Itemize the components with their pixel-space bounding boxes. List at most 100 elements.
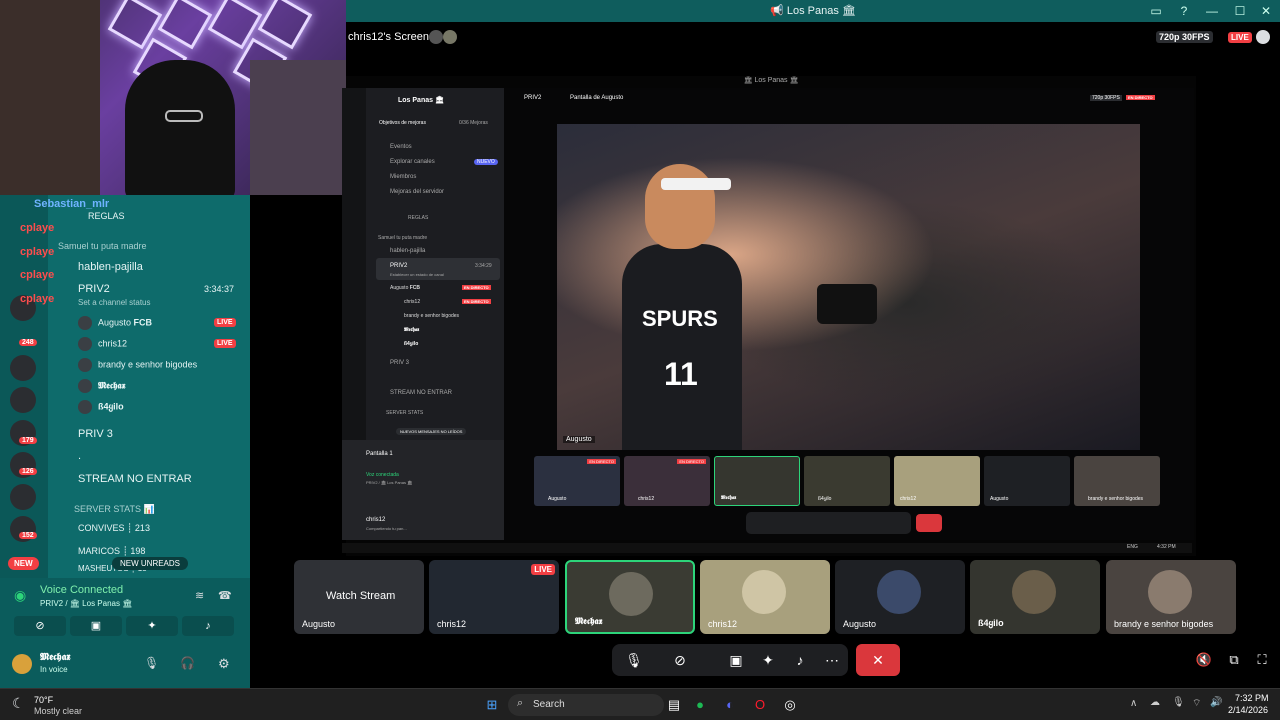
clock-date[interactable]: 2/14/2026: [1228, 705, 1268, 715]
voice-member[interactable]: 𝕸𝖊𝖈𝖍𝖆𝖝: [78, 379, 125, 393]
voice-member[interactable]: Augusto FCB: [78, 316, 152, 330]
soundboard-button[interactable]: ♪: [182, 616, 234, 636]
inner-menu-item[interactable]: Explorar canales: [390, 159, 435, 165]
inner-thumb[interactable]: ß4ყilo: [804, 456, 890, 506]
headphones-icon[interactable]: 🎧: [180, 656, 195, 670]
microphone-icon[interactable]: 🎙: [144, 656, 159, 670]
spotify-icon[interactable]: ●: [690, 695, 710, 715]
weather-icon[interactable]: ☾: [12, 695, 25, 712]
camera-off-button[interactable]: ⊘: [14, 616, 66, 636]
voice-tile[interactable]: 𝕸𝖊𝖈𝖍𝖆𝖝: [565, 560, 695, 634]
inner-category[interactable]: SERVER STATS: [386, 410, 423, 416]
soundboard-icon[interactable]: ♪: [786, 646, 814, 674]
inner-member[interactable]: chris12: [404, 299, 420, 305]
clock-time[interactable]: 7:32 PM: [1235, 693, 1269, 703]
camera-off-icon[interactable]: ⊘: [666, 646, 694, 674]
inner-thumb[interactable]: EN DIRECTO chris12: [624, 456, 710, 506]
voice-tile[interactable]: Watch Stream Augusto: [294, 560, 424, 634]
inner-menu-item[interactable]: Miembros: [390, 174, 416, 180]
watch-stream-button[interactable]: Watch Stream: [326, 590, 395, 602]
new-unreads-pill[interactable]: NEW UNREADS: [112, 557, 189, 570]
chat-icon[interactable]: [1256, 30, 1270, 44]
inner-voice-location[interactable]: PRIV2 / 🏛 Los Panas 🏛: [366, 480, 412, 485]
category-samuel[interactable]: Samuel tu puta madre: [58, 241, 147, 251]
channel-priv2[interactable]: PRIV2: [78, 283, 110, 295]
voice-tile[interactable]: LIVE chris12: [429, 560, 559, 634]
avatar[interactable]: [12, 654, 32, 674]
inner-menu-item[interactable]: Eventos: [390, 144, 412, 150]
activities-button[interactable]: ✦: [126, 616, 178, 636]
weather-desc[interactable]: Mostly clear: [34, 706, 82, 716]
inner-channel[interactable]: STREAM NO ENTRAR: [390, 390, 452, 396]
start-button[interactable]: ⊞: [482, 695, 502, 715]
inner-goals[interactable]: Objetivos de mejoras: [379, 120, 426, 126]
inner-member[interactable]: brandy e senhor bigodes: [404, 313, 459, 319]
server-icon[interactable]: [10, 387, 36, 413]
inner-member[interactable]: ß4ყilo: [404, 341, 418, 347]
leave-call-button[interactable]: ✕: [856, 644, 900, 676]
microphone-icon[interactable]: 🎙: [620, 646, 648, 674]
inner-channel[interactable]: hablen-pajilla: [390, 248, 425, 254]
inner-category[interactable]: Samuel tu puta madre: [378, 235, 427, 241]
search-box[interactable]: ⌕ Search: [508, 694, 664, 716]
voice-location[interactable]: PRIV2 / 🏛 Los Panas 🏛: [40, 599, 132, 608]
inner-thumb[interactable]: brandy e senhor bigodes: [1074, 456, 1160, 506]
channel-status[interactable]: Set a channel status: [78, 298, 151, 307]
voice-tile[interactable]: brandy e senhor bigodes: [1106, 560, 1236, 634]
channel-reglas[interactable]: REGLAS: [88, 211, 125, 221]
new-badge[interactable]: NEW: [8, 557, 39, 570]
inner-channel-priv2[interactable]: PRIV2: [390, 263, 407, 269]
screen-share-button[interactable]: ▣: [70, 616, 122, 636]
voice-tile[interactable]: chris12: [700, 560, 830, 634]
inner-member[interactable]: 𝕸𝖊𝖈𝖍𝖆𝖝: [404, 327, 419, 333]
stream-video[interactable]: SPURS 11 Augusto: [557, 124, 1140, 450]
screen-share-icon[interactable]: ▣: [722, 646, 750, 674]
volume-icon[interactable]: 🔊: [1210, 697, 1222, 708]
inbox-icon[interactable]: ▭: [1148, 3, 1164, 19]
voice-status[interactable]: Voice Connected: [40, 584, 123, 596]
waveform-icon[interactable]: ≋: [195, 589, 204, 602]
tray-chevron-icon[interactable]: ∧: [1130, 698, 1137, 709]
close-button[interactable]: ✕: [1258, 3, 1274, 19]
opera-icon[interactable]: O: [750, 695, 770, 715]
voice-member[interactable]: chris12: [78, 337, 127, 351]
server-icon[interactable]: [10, 484, 36, 510]
inner-thumb[interactable]: EN DIRECTO Augusto: [534, 456, 620, 506]
voice-member[interactable]: ß4ყilo: [78, 400, 124, 414]
maximize-button[interactable]: ☐: [1232, 3, 1248, 19]
inner-channel[interactable]: REGLAS: [408, 215, 428, 221]
disconnect-icon[interactable]: ☎: [218, 589, 232, 602]
volume-mute-icon[interactable]: 🔇: [1190, 646, 1218, 674]
inner-new-messages[interactable]: NUEVOS MENSAJES NO LEÍDOS: [396, 428, 467, 435]
stat-channel[interactable]: MARICOS ┊ 198: [78, 546, 145, 557]
inner-menu-item[interactable]: Mejoras del servidor: [390, 189, 444, 195]
discord-icon[interactable]: ◐: [720, 695, 740, 715]
inner-thumb[interactable]: 𝕸𝖊𝖈𝖍𝖆𝖝: [714, 456, 800, 506]
channel-hablen-pajilla[interactable]: hablen-pajilla: [78, 261, 143, 273]
inner-channel[interactable]: PRIV 3: [390, 360, 409, 366]
voice-tile[interactable]: ß4ყilo: [970, 560, 1100, 634]
mic-tray-icon[interactable]: 🎙: [1172, 697, 1185, 708]
more-icon[interactable]: ⋯: [818, 646, 846, 674]
inner-channel-status[interactable]: Establecer un estado de canal: [390, 272, 444, 277]
help-icon[interactable]: ?: [1176, 3, 1192, 19]
minimize-button[interactable]: —: [1204, 3, 1220, 19]
stat-channel[interactable]: CONVIVES ┊ 213: [78, 523, 150, 534]
file-explorer-icon[interactable]: ▤: [664, 695, 684, 715]
popout-icon[interactable]: ⧉: [1220, 646, 1248, 674]
fullscreen-icon[interactable]: ⛶: [1248, 646, 1276, 674]
channel-priv3[interactable]: PRIV 3: [78, 428, 113, 440]
gear-icon[interactable]: ⚙: [218, 656, 230, 672]
inner-thumb[interactable]: Augusto: [984, 456, 1070, 506]
server-icon[interactable]: [10, 355, 36, 381]
channel-dot[interactable]: .: [78, 450, 81, 462]
cloud-icon[interactable]: ☁: [1150, 697, 1160, 708]
inner-server-name[interactable]: Los Panas 🏛: [398, 96, 444, 104]
category-server-stats[interactable]: SERVER STATS 📊: [74, 504, 155, 515]
inner-leave-button[interactable]: [916, 514, 942, 532]
voice-tile[interactable]: Augusto: [835, 560, 965, 634]
voice-member[interactable]: brandy e senhor bigodes: [78, 358, 197, 372]
inner-thumb[interactable]: chris12: [894, 456, 980, 506]
wifi-icon[interactable]: ⌔: [1192, 697, 1201, 710]
inner-voice-status[interactable]: Voz conectada: [366, 472, 399, 478]
